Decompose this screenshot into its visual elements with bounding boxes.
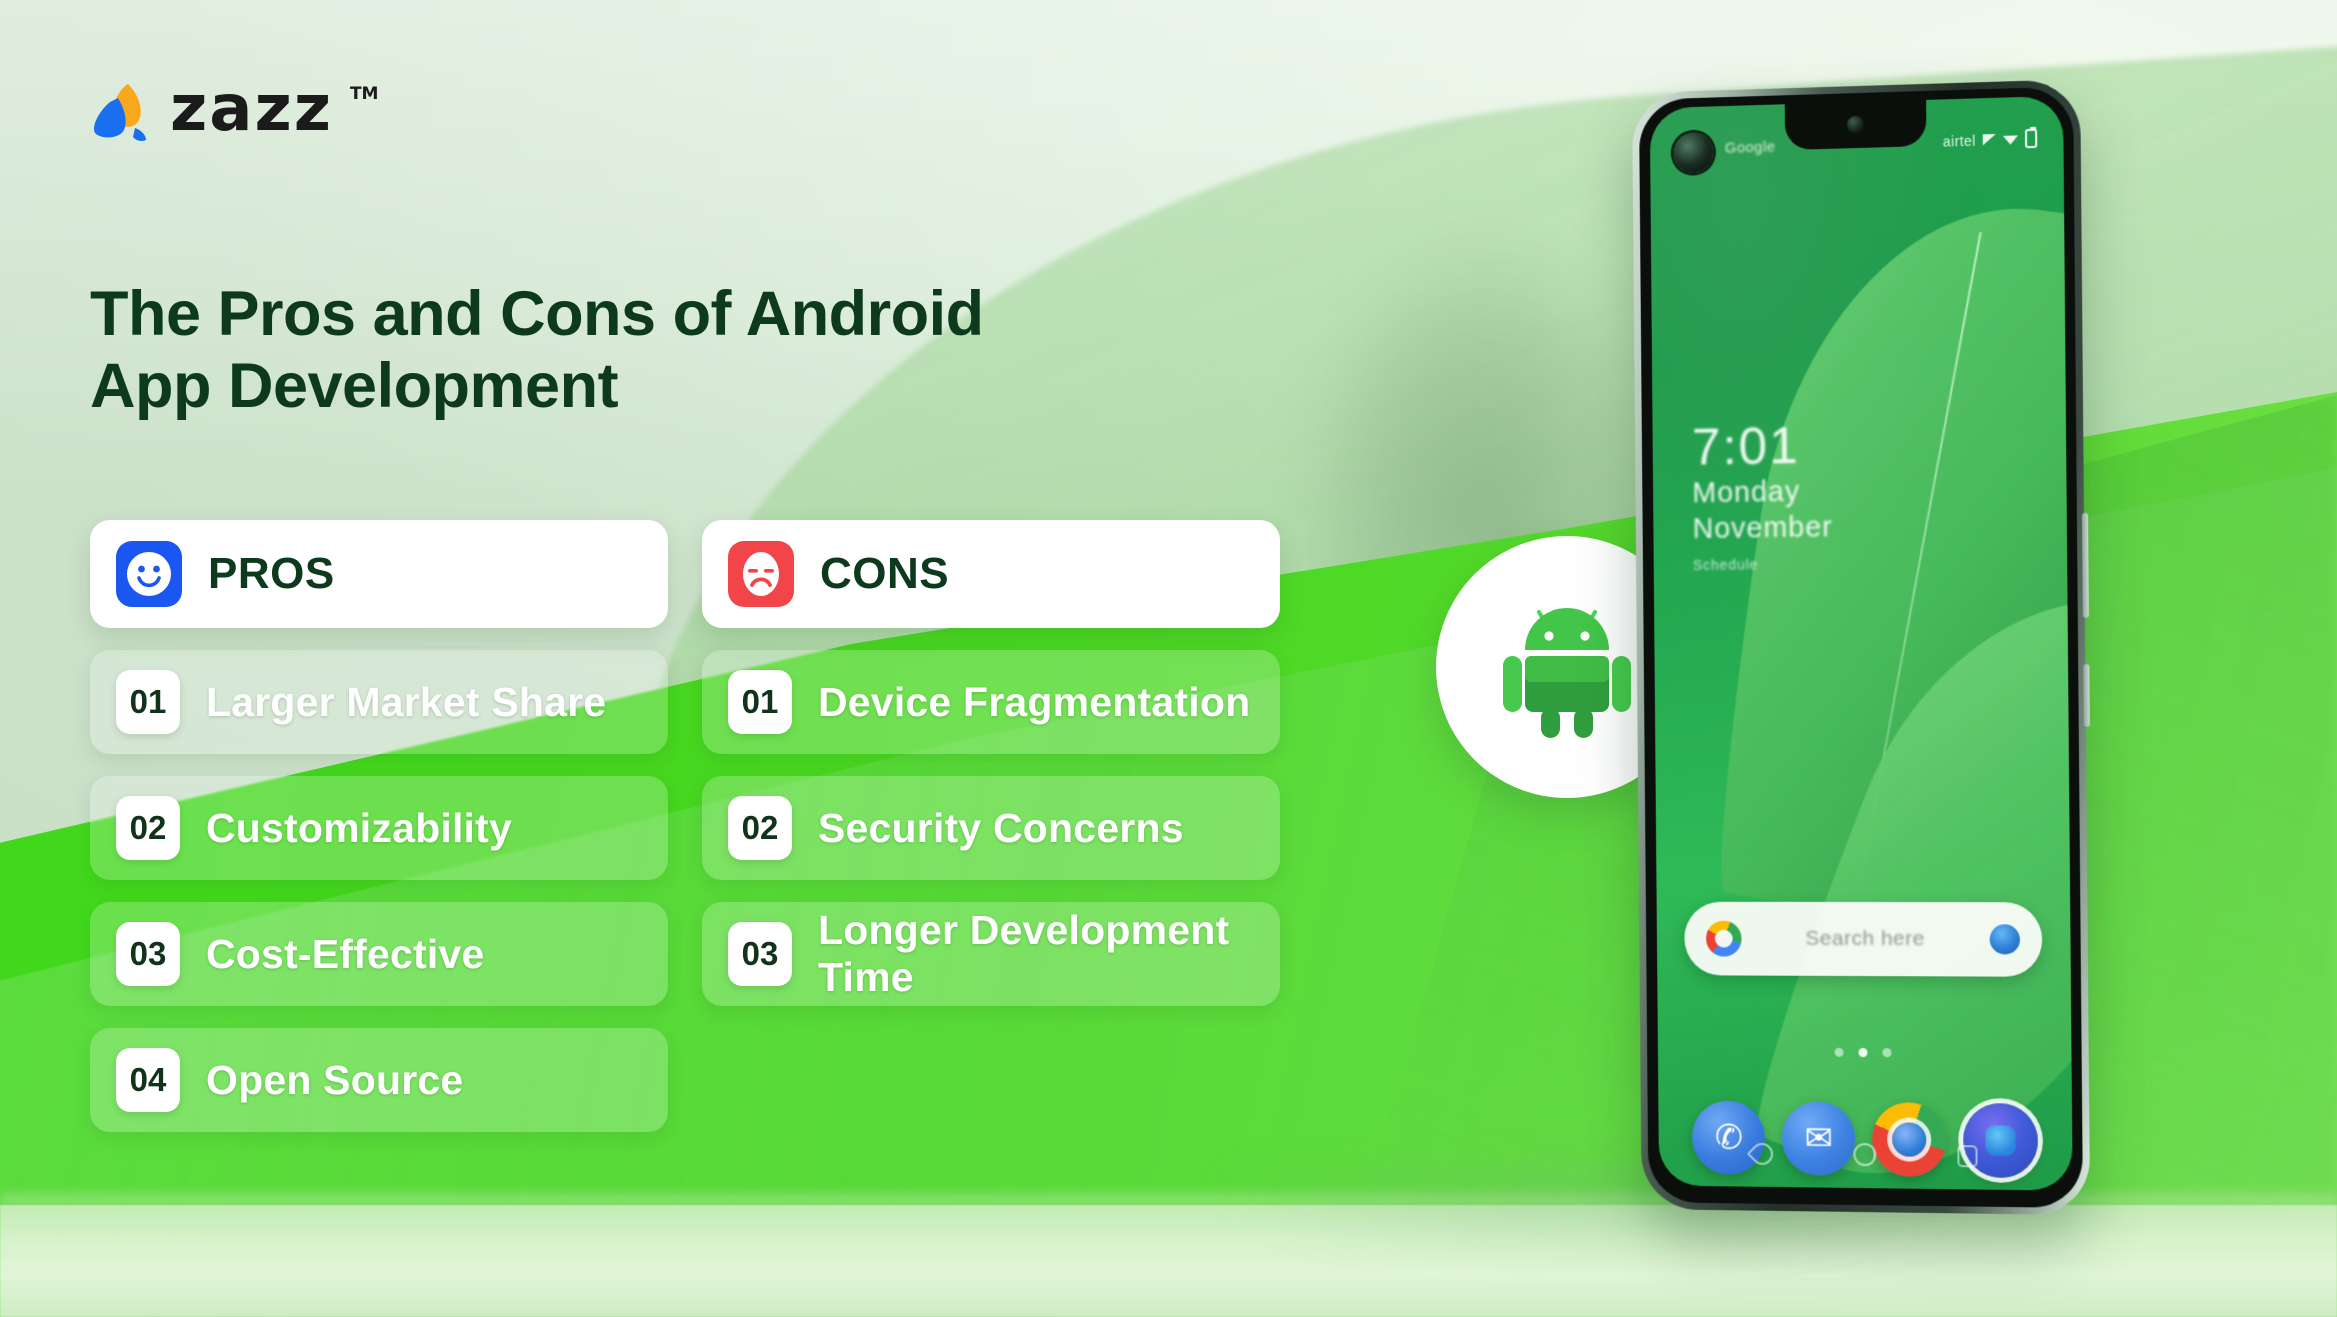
status-bar-left-text: Google — [1724, 138, 1776, 157]
camera-punch-hole-icon — [1673, 132, 1714, 174]
clock-day: Monday — [1692, 475, 1801, 509]
front-camera-icon — [1846, 115, 1864, 134]
home-page-indicator — [1658, 1047, 2072, 1059]
clock-time: 7:01 — [1691, 417, 1801, 477]
android-navigation-bar — [1659, 1137, 2073, 1169]
table-row[interactable]: 04 Open Source — [90, 1028, 668, 1132]
row-number: 02 — [116, 796, 180, 860]
phone-power-button[interactable] — [2083, 664, 2090, 727]
smiley-face-icon — [116, 541, 182, 607]
brand-logo[interactable]: zazz TM — [88, 72, 379, 146]
row-number: 01 — [116, 670, 180, 734]
row-number: 02 — [728, 796, 792, 860]
table-row[interactable]: 01 Device Fragmentation — [702, 650, 1280, 754]
row-label: Open Source — [206, 1056, 464, 1103]
android-phone-mockup: Google airtel 7:01 Monday November Sched… — [1632, 79, 2091, 1216]
row-label: Device Fragmentation — [818, 678, 1251, 725]
page-title: The Pros and Cons of Android App Develop… — [90, 278, 1150, 423]
phone-volume-button[interactable] — [2081, 512, 2089, 618]
trademark-symbol: TM — [349, 84, 379, 104]
page-title-line-2: App Development — [90, 351, 619, 422]
cons-header-label: CONS — [820, 549, 950, 598]
page-dot-active — [1858, 1048, 1868, 1058]
row-label: Longer Development Time — [818, 907, 1230, 1000]
pros-header-label: PROS — [208, 549, 335, 598]
clock-subtext: Schedule — [1692, 556, 1759, 574]
phone-bezel: Google airtel 7:01 Monday November Sched… — [1638, 86, 2083, 1209]
row-number: 03 — [728, 922, 792, 986]
pros-header-card[interactable]: PROS — [90, 520, 668, 628]
nav-recents-icon[interactable] — [1956, 1144, 1978, 1167]
carrier-label: airtel — [1942, 132, 1976, 150]
page-dot — [1882, 1048, 1892, 1058]
row-number: 03 — [116, 922, 180, 986]
sad-face-icon — [728, 541, 794, 607]
assistant-mic-icon[interactable] — [1989, 924, 2021, 955]
search-input[interactable]: Search here — [1805, 927, 1925, 951]
wifi-icon — [2003, 133, 2018, 145]
page-dot — [1834, 1047, 1844, 1057]
page-title-line-1: The Pros and Cons of Android — [90, 279, 984, 349]
phone-notch — [1784, 97, 1927, 151]
row-label: Security Concerns — [818, 804, 1184, 851]
google-search-bar[interactable]: Search here — [1684, 901, 2043, 977]
pros-cons-columns: PROS 01 Larger Market Share 02 Customiza… — [90, 520, 1280, 1132]
signal-bars-icon — [1982, 134, 1996, 146]
brand-wordmark: zazz — [170, 72, 333, 146]
table-row[interactable]: 03 Cost-Effective — [90, 902, 668, 1006]
lockscreen-clock: 7:01 Monday November Schedule — [1691, 417, 1833, 574]
table-row[interactable]: 01 Larger Market Share — [90, 650, 668, 754]
table-row[interactable]: 02 Customizability — [90, 776, 668, 880]
battery-icon — [2024, 128, 2038, 149]
table-row[interactable]: 03 Longer Development Time — [702, 902, 1280, 1006]
pros-column: PROS 01 Larger Market Share 02 Customiza… — [90, 520, 668, 1132]
table-row[interactable]: 02 Security Concerns — [702, 776, 1280, 880]
row-number: 01 — [728, 670, 792, 734]
clock-date: November — [1692, 511, 1833, 545]
row-label: Larger Market Share — [206, 678, 607, 725]
row-label: Customizability — [206, 804, 512, 851]
zazz-triangle-logo-icon — [88, 80, 156, 146]
cons-header-card[interactable]: CONS — [702, 520, 1280, 628]
nav-back-icon[interactable] — [1747, 1137, 1778, 1169]
cons-column: CONS 01 Device Fragmentation 02 Security… — [702, 520, 1280, 1132]
row-number: 04 — [116, 1048, 180, 1112]
google-g-icon — [1705, 920, 1742, 957]
android-robot-icon — [1497, 590, 1637, 745]
nav-home-icon[interactable] — [1853, 1142, 1877, 1167]
status-bar-right: airtel — [1942, 128, 2038, 151]
phone-screen[interactable]: Google airtel 7:01 Monday November Sched… — [1649, 95, 2073, 1191]
row-label: Cost-Effective — [206, 930, 485, 977]
